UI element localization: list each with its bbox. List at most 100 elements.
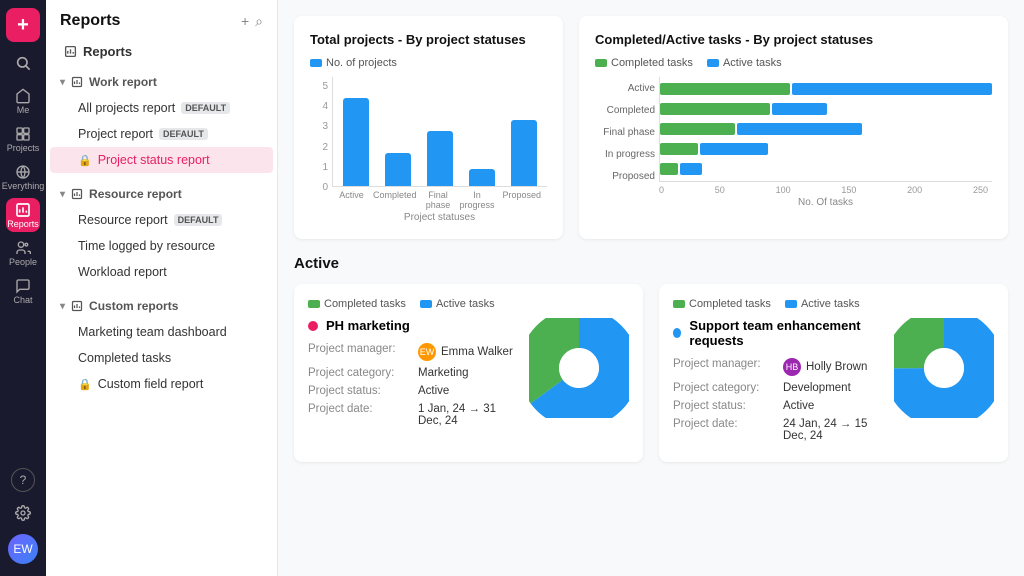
icon-bar: + Me Projects Everything Reports People … — [0, 0, 46, 576]
xlabel-inprogress: In progress — [459, 187, 494, 210]
project-card-support: Completed tasks Active tasks Support tea… — [659, 284, 1008, 462]
user-avatar[interactable]: EW — [8, 534, 38, 564]
support-card-inner: Support team enhancement requests Projec… — [673, 318, 994, 448]
sidebar-item-completed-tasks[interactable]: Completed tasks — [50, 345, 273, 371]
people-button[interactable]: People — [6, 236, 40, 270]
ph-card-header: PH marketing — [308, 318, 517, 333]
sidebar-section-work-header[interactable]: ▾ Work report — [46, 69, 277, 95]
ph-category-value: Marketing — [418, 367, 469, 379]
hbar-active-completed — [660, 83, 790, 95]
sidebar-header: Reports + ⌕ — [46, 0, 277, 38]
chart1-bars-area: Active Completed Final phase In progress… — [332, 77, 547, 223]
chart2-legend-completed: Completed tasks — [595, 57, 693, 69]
custom-field-label: Custom field report — [98, 377, 204, 391]
chart2-wrapper: Active Completed Final phase In progress… — [595, 77, 992, 208]
help-button[interactable]: ? — [11, 468, 35, 492]
chat-button[interactable]: Chat — [6, 274, 40, 308]
reports-button[interactable]: Reports — [6, 198, 40, 232]
chart-total-projects: Total projects - By project statuses No.… — [294, 16, 563, 239]
chart2-x-labels: 0 50 100 150 200 250 — [659, 185, 992, 195]
support-card-header: Support team enhancement requests — [673, 318, 882, 348]
chart2-legend-label-completed: Completed tasks — [611, 57, 693, 69]
chart1-x-title: Project statuses — [332, 212, 547, 223]
sidebar-add-icon[interactable]: + — [241, 13, 249, 30]
home-label: Me — [17, 105, 30, 115]
ph-legend: Completed tasks Active tasks — [308, 298, 629, 310]
lock-icon-project-status: 🔒 — [78, 154, 92, 167]
active-section-title: Active — [294, 255, 1008, 272]
ph-pie-chart — [529, 318, 629, 418]
hbar-row-completed — [660, 103, 992, 115]
xlabel-proposed: Proposed — [502, 187, 541, 210]
sidebar-item-marketing-dashboard[interactable]: Marketing team dashboard — [50, 319, 273, 345]
chart-icon-work — [71, 76, 83, 88]
projects-label: Projects — [7, 143, 40, 153]
chart2-y-labels: Active Completed Final phase In progress… — [595, 77, 655, 208]
ph-status-row: Project status: Active — [308, 385, 517, 397]
ph-category-row: Project category: Marketing — [308, 367, 517, 379]
chart2-legend-dot-active — [707, 59, 719, 67]
support-manager-avatar: HB — [783, 358, 801, 376]
bar-completed-rect — [385, 153, 411, 186]
sidebar-item-reports-top[interactable]: Reports — [50, 38, 273, 65]
chart2-legend: Completed tasks Active tasks — [595, 57, 992, 69]
support-date-row: Project date: 24 Jan, 24 → 15 Dec, 24 — [673, 418, 882, 442]
sidebar-item-all-projects[interactable]: All projects report DEFAULT — [50, 95, 273, 121]
add-button[interactable]: + — [6, 8, 40, 42]
sidebar: Reports + ⌕ Reports ▾ Work report All pr… — [46, 0, 278, 576]
search-button[interactable] — [6, 46, 40, 80]
ph-dot — [308, 321, 318, 331]
projects-button[interactable]: Projects — [6, 122, 40, 156]
support-manager-value: HB Holly Brown — [783, 358, 867, 376]
support-status-row: Project status: Active — [673, 400, 882, 412]
home-button[interactable]: Me — [6, 84, 40, 118]
ph-legend-completed: Completed tasks — [308, 298, 406, 310]
everything-button[interactable]: Everything — [6, 160, 40, 194]
chart2-legend-dot-completed — [595, 59, 607, 67]
project-cards: Completed tasks Active tasks PH marketin… — [294, 284, 1008, 462]
ph-card-inner: PH marketing Project manager: EW Emma Wa… — [308, 318, 629, 433]
completed-tasks-label: Completed tasks — [78, 351, 171, 365]
bar-active — [339, 98, 373, 186]
ph-manager-row: Project manager: EW Emma Walker — [308, 343, 517, 361]
ph-legend-active: Active tasks — [420, 298, 495, 310]
xlabel-final: Final phase — [425, 187, 452, 210]
resource-report-badge: DEFAULT — [174, 214, 223, 226]
sidebar-section-resource-header[interactable]: ▾ Resource report — [46, 181, 277, 207]
hbar-row-inprogress — [660, 143, 992, 155]
sidebar-section-custom-header[interactable]: ▾ Custom reports — [46, 293, 277, 319]
hbar-proposed-completed — [660, 163, 678, 175]
chart2-title: Completed/Active tasks - By project stat… — [595, 32, 992, 47]
chart1-bars — [332, 77, 547, 187]
support-legend: Completed tasks Active tasks — [673, 298, 994, 310]
settings-button[interactable] — [6, 496, 40, 530]
project-report-badge: DEFAULT — [159, 128, 208, 140]
xlabel-completed: Completed — [373, 187, 417, 210]
bar-proposed — [507, 120, 541, 186]
hbar-inprogress-completed — [660, 143, 698, 155]
time-logged-label: Time logged by resource — [78, 239, 215, 253]
sidebar-item-project-status[interactable]: 🔒 Project status report — [50, 147, 273, 173]
everything-label: Everything — [2, 181, 45, 191]
chart1-legend: No. of projects — [310, 57, 547, 69]
bar-final-phase — [423, 131, 457, 186]
support-status-value: Active — [783, 400, 814, 412]
sidebar-item-time-logged[interactable]: Time logged by resource — [50, 233, 273, 259]
support-dot — [673, 328, 681, 338]
support-date-value: 24 Jan, 24 → 15 Dec, 24 — [783, 418, 882, 442]
custom-reports-label: Custom reports — [89, 299, 178, 313]
sidebar-item-resource-report[interactable]: Resource report DEFAULT — [50, 207, 273, 233]
bar-active-rect — [343, 98, 369, 186]
sidebar-item-custom-field[interactable]: 🔒 Custom field report — [50, 371, 273, 397]
hbar-completed-completed — [660, 103, 770, 115]
sidebar-search-icon[interactable]: ⌕ — [255, 13, 263, 30]
sidebar-item-project-report[interactable]: Project report DEFAULT — [50, 121, 273, 147]
chart1-legend-label: No. of projects — [326, 57, 397, 69]
bar-final-phase-rect — [427, 131, 453, 186]
sidebar-item-workload[interactable]: Workload report — [50, 259, 273, 285]
ph-date-row: Project date: 1 Jan, 24 → 31 Dec, 24 — [308, 403, 517, 427]
hbar-row-active — [660, 83, 992, 95]
ph-project-info: PH marketing Project manager: EW Emma Wa… — [308, 318, 517, 433]
support-manager-name: Holly Brown — [806, 361, 867, 373]
main-content: Total projects - By project statuses No.… — [278, 0, 1024, 576]
